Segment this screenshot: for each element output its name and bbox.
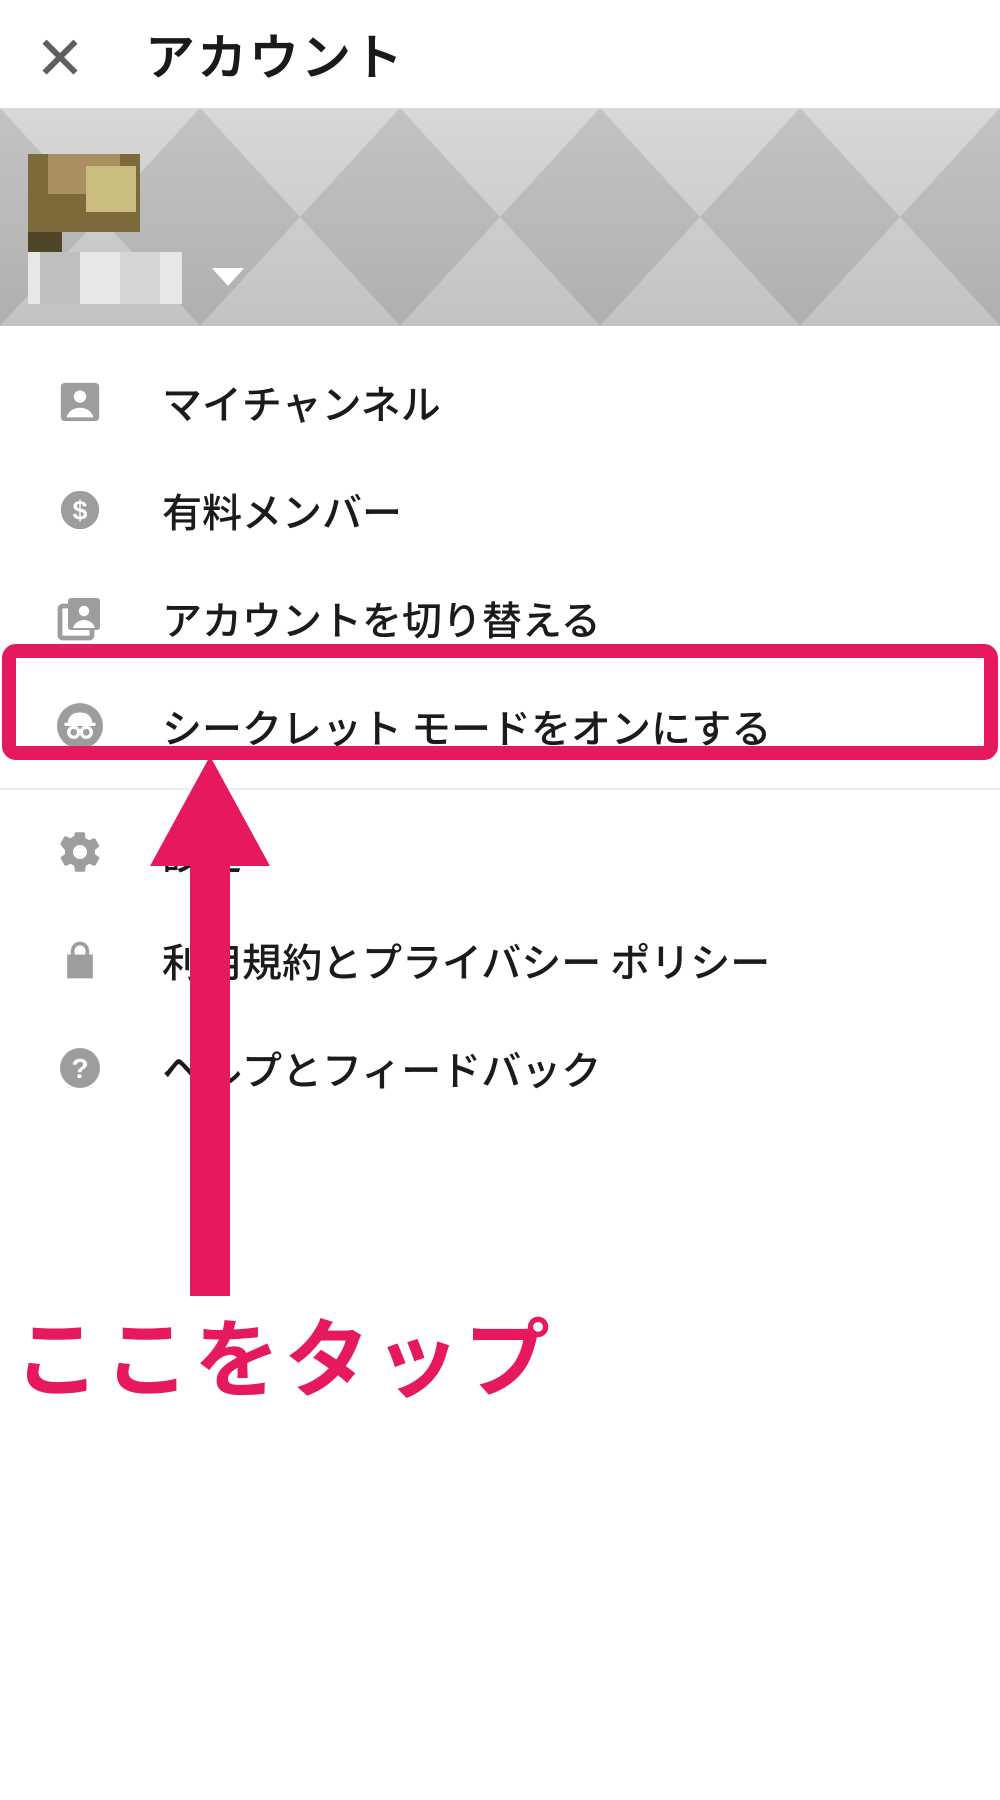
menu-label: シークレット モードをオンにする [162, 697, 771, 755]
menu-item-settings[interactable]: 設定 [0, 798, 1000, 906]
menu-label: マイチャンネル [162, 373, 441, 431]
dollar-circle-icon: $ [54, 484, 106, 536]
page-title: アカウント [145, 18, 405, 90]
annotation-caption: ここをタップ [14, 1290, 554, 1415]
menu-item-switch-account[interactable]: アカウントを切り替える [0, 564, 1000, 672]
person-box-icon [54, 376, 106, 428]
incognito-icon [54, 700, 106, 752]
menu-label: ヘルプとフィードバック [162, 1039, 601, 1097]
menu-item-help-feedback[interactable]: ? ヘルプとフィードバック [0, 1014, 1000, 1122]
account-dropdown-caret-icon[interactable] [212, 268, 244, 286]
menu-item-incognito-on[interactable]: シークレット モードをオンにする [0, 672, 1000, 780]
profile-banner[interactable] [0, 108, 1000, 326]
header-bar: ✕ アカウント [0, 0, 1000, 108]
account-menu: マイチャンネル $ 有料メンバー アカウントを切り替える [0, 326, 1000, 1122]
lock-icon [54, 934, 106, 986]
svg-text:?: ? [71, 1053, 88, 1084]
menu-item-my-channel[interactable]: マイチャンネル [0, 348, 1000, 456]
menu-divider [0, 788, 1000, 790]
menu-label: 有料メンバー [162, 481, 402, 539]
menu-item-paid-member[interactable]: $ 有料メンバー [0, 456, 1000, 564]
close-button[interactable]: ✕ [30, 24, 90, 84]
help-circle-icon: ? [54, 1042, 106, 1094]
menu-label: 設定 [162, 823, 242, 881]
menu-item-terms-privacy[interactable]: 利用規約とプライバシー ポリシー [0, 906, 1000, 1014]
accounts-stack-icon [54, 592, 106, 644]
svg-text:$: $ [73, 496, 88, 526]
menu-label: 利用規約とプライバシー ポリシー [162, 931, 770, 989]
avatar[interactable] [28, 136, 182, 300]
gear-icon [54, 826, 106, 878]
menu-label: アカウントを切り替える [162, 589, 601, 647]
